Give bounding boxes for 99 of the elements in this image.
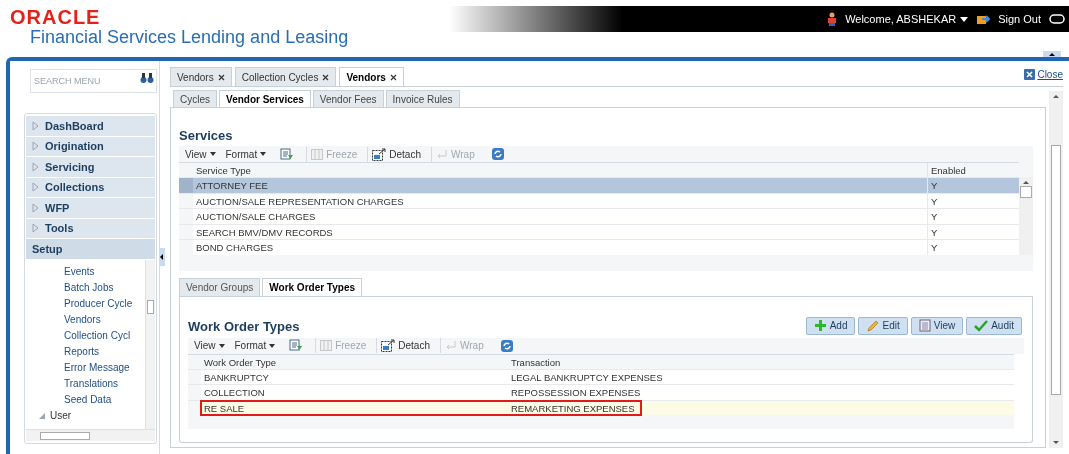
collapsed-triangle-icon[interactable] xyxy=(32,141,39,152)
table-row[interactable]: BOND CHARGES Y xyxy=(179,239,1019,255)
collapsed-triangle-icon[interactable] xyxy=(32,202,39,213)
caret-icon xyxy=(209,152,216,156)
vertical-scrollbar[interactable] xyxy=(145,259,155,429)
binoculars-icon[interactable] xyxy=(140,72,154,84)
action-button[interactable]: Audit xyxy=(966,316,1022,335)
document-icon xyxy=(918,319,931,332)
sign-out-link[interactable]: Sign Out xyxy=(998,10,1041,28)
collapsed-triangle-icon[interactable] xyxy=(32,161,39,172)
wrap-arrow-icon xyxy=(445,340,457,351)
document-tab[interactable]: Vendors xyxy=(170,67,232,86)
expanded-triangle-icon[interactable] xyxy=(38,411,46,420)
menu-item[interactable]: DashBoard xyxy=(26,116,155,137)
menu-item[interactable]: Setup xyxy=(26,239,155,260)
action-button[interactable]: View xyxy=(910,316,964,335)
table-cell-text: AUCTION/SALE CHARGES xyxy=(195,210,317,224)
toolbar-menu[interactable]: Format xyxy=(232,338,278,353)
table-cell-text: BOND CHARGES xyxy=(195,241,275,255)
column-header: Transaction xyxy=(510,355,562,369)
collapsed-triangle-icon[interactable] xyxy=(32,182,39,193)
refresh-icon[interactable] xyxy=(499,338,514,353)
columns-icon xyxy=(320,340,333,351)
table-cell-text: ATTORNEY FEE xyxy=(195,179,269,193)
section-tab[interactable]: Work Order Types xyxy=(262,277,363,296)
filter-icon[interactable] xyxy=(289,339,304,352)
submenu-link[interactable]: Error Message xyxy=(64,359,130,376)
caret-icon xyxy=(260,152,267,156)
horizontal-scrollbar[interactable] xyxy=(26,429,155,441)
submenu-link[interactable]: Vendors xyxy=(64,311,101,328)
sub-tab[interactable]: Vendor Services xyxy=(219,90,311,107)
menu-item[interactable]: Collections xyxy=(26,177,155,198)
plus-icon xyxy=(813,319,827,332)
vertical-scrollbar[interactable] xyxy=(1049,91,1063,448)
menu-item[interactable]: Origination xyxy=(26,136,155,157)
caret-icon xyxy=(960,16,969,22)
brand-logo: ORACLE xyxy=(10,8,101,26)
menu-item[interactable]: Tools xyxy=(26,218,155,239)
person-icon xyxy=(827,12,838,26)
caret-icon xyxy=(218,343,225,348)
collapsed-triangle-icon[interactable] xyxy=(32,120,39,131)
table-cell-text: COLLECTION xyxy=(203,386,266,400)
menu-item[interactable]: WFP xyxy=(26,198,155,219)
close-icon[interactable] xyxy=(322,73,330,81)
table-row[interactable]: BANKRUPTCY LEGAL BANKRUPTCY EXPENSES xyxy=(188,368,1014,384)
document-tab[interactable]: Collection Cycles xyxy=(234,67,337,86)
sub-tab[interactable]: Cycles xyxy=(173,90,217,107)
pencil-icon xyxy=(866,319,880,332)
checkmark-icon xyxy=(974,319,989,332)
close-link[interactable]: Close xyxy=(1024,67,1063,82)
submenu-link[interactable]: Events xyxy=(64,263,95,280)
submenu-link[interactable]: Translations xyxy=(64,375,119,392)
user-menu[interactable]: Welcome, ABSHEKAR xyxy=(845,10,969,28)
product-title: Financial Services Lending and Leasing xyxy=(29,26,349,48)
toolbar-button[interactable]: Detach xyxy=(367,146,425,162)
column-header: Work Order Type xyxy=(203,355,277,369)
column-header: Service Type xyxy=(195,164,252,177)
refresh-icon[interactable] xyxy=(490,147,505,161)
table-cell-text: LEGAL BANKRUPTCY EXPENSES xyxy=(510,370,663,384)
table-cell-text: REPOSSESSION EXPENSES xyxy=(510,386,641,400)
sub-tab[interactable]: Vendor Fees xyxy=(312,90,384,107)
splitter-handle[interactable] xyxy=(160,248,165,266)
submenu-link[interactable]: Collection Cycl xyxy=(64,327,131,344)
submenu-link[interactable]: Batch Jobs xyxy=(64,279,114,296)
toolbar-menu[interactable]: View xyxy=(183,146,218,162)
table-cell-text: SEARCH BMV/DMV RECORDS xyxy=(195,225,334,239)
collapse-header-icon[interactable] xyxy=(1043,51,1061,57)
submenu-link[interactable]: Seed Data xyxy=(64,391,112,408)
section-title: Services xyxy=(179,128,234,144)
toolbar-menu[interactable]: View xyxy=(192,338,227,353)
section-title: Work Order Types xyxy=(188,318,300,335)
search-field[interactable]: SEARCH MENU xyxy=(30,69,157,93)
submenu-link[interactable]: Producer Cycle xyxy=(64,295,133,312)
sub-tab[interactable]: Invoice Rules xyxy=(385,90,460,107)
submenu-link[interactable]: Reports xyxy=(64,343,99,360)
close-icon[interactable] xyxy=(389,73,397,81)
action-button[interactable]: Add xyxy=(805,316,856,335)
table-row[interactable]: ATTORNEY FEE Y xyxy=(179,177,1019,193)
filter-icon[interactable] xyxy=(280,147,295,161)
action-button[interactable]: Edit xyxy=(858,316,908,335)
table-row[interactable]: COLLECTION REPOSSESSION EXPENSES xyxy=(188,384,1014,400)
wrap-arrow-icon xyxy=(436,148,448,160)
toolbar-button[interactable]: Detach xyxy=(376,338,434,353)
section-tab[interactable]: Vendor Groups xyxy=(179,277,261,296)
columns-icon xyxy=(311,148,324,160)
vertical-scrollbar[interactable] xyxy=(1019,177,1033,255)
caret-icon xyxy=(269,343,276,348)
tree-folder[interactable]: User xyxy=(50,408,72,423)
collapsed-triangle-icon[interactable] xyxy=(32,223,39,234)
menu-item[interactable]: Servicing xyxy=(26,157,155,178)
document-tab[interactable]: Vendors xyxy=(339,67,404,86)
close-icon[interactable] xyxy=(217,73,225,81)
table-cell-text: RE SALE xyxy=(203,401,246,415)
toolbar-menu[interactable]: Format xyxy=(223,146,269,162)
table-cell-text: AUCTION/SALE REPRESENTATION CHARGES xyxy=(195,194,405,208)
table-cell-text: REMARKETING EXPENSES xyxy=(510,401,636,415)
table-cell-text: BANKRUPTCY xyxy=(203,370,270,384)
table-row[interactable]: AUCTION/SALE CHARGES Y xyxy=(179,208,1019,224)
sign-out-icon xyxy=(976,13,991,25)
